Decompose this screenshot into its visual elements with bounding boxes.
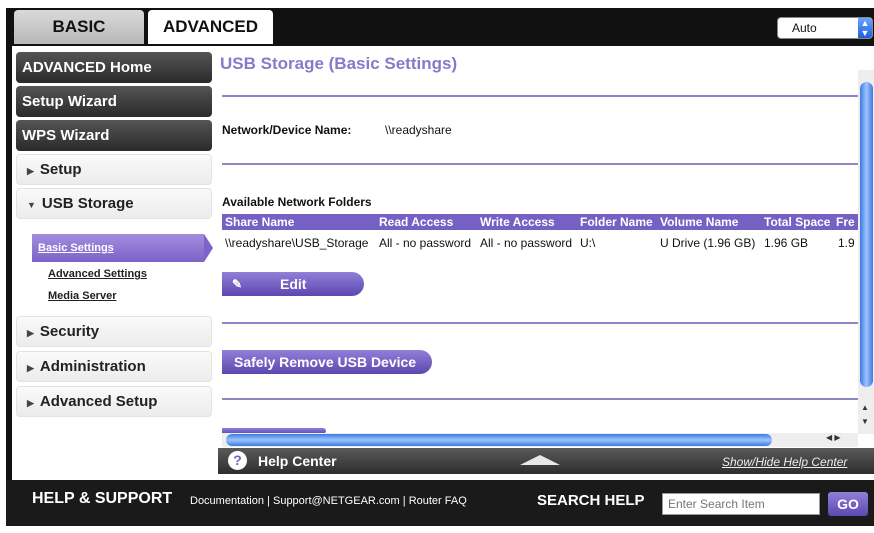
table-cell: All - no password [480,236,573,250]
column-header: Write Access [480,215,555,229]
table-cell: \\readyshare\USB_Storage [225,236,369,250]
tab-basic[interactable]: BASIC [14,10,144,44]
column-header: Read Access [379,215,454,229]
table-cell: All - no password [379,236,472,250]
router-faq-link[interactable]: Router FAQ [409,495,467,507]
nav-setup[interactable]: ▶ Setup [16,154,212,185]
nav-usb-storage-label: USB Storage [41,195,134,212]
folders-heading: Available Network Folders [222,195,372,209]
safely-remove-usb-button[interactable]: Safely Remove USB Device [222,350,432,374]
nav-setup-wizard[interactable]: Setup Wizard [16,86,212,117]
nav-wps-wizard[interactable]: WPS Wizard [16,120,212,151]
show-hide-help-link[interactable]: Show/Hide Help Center [722,455,847,469]
triangle-right-icon: ▶ [27,166,34,176]
subnav-basic-settings[interactable]: Basic Settings [38,242,114,254]
divider [222,163,858,165]
column-header: Total Space [764,215,831,229]
select-arrows-icon: ▲ ▼ [858,18,872,38]
triangle-right-icon: ▶ [27,398,34,408]
table-cell: U Drive (1.96 GB) [660,236,756,250]
divider [222,95,858,97]
left-border [6,46,12,480]
triangle-down-icon: ▼ [27,200,36,210]
subnav-media-server[interactable]: Media Server [48,290,116,302]
search-go-button[interactable]: GO [828,492,868,516]
scroll-down-icon[interactable]: ▼ [861,417,869,426]
edit-button-label: Edit [280,276,307,292]
divider [222,322,858,324]
horizontal-scroll-thumb[interactable] [226,434,772,446]
column-header: Fre [836,215,855,229]
footer-links: Documentation | Support@NETGEAR.com | Ro… [190,495,467,507]
nav-security[interactable]: ▶ Security [16,316,212,347]
help-question-icon[interactable]: ? [228,451,247,470]
device-name-value: \\readyshare [385,123,452,137]
column-header: Folder Name [580,215,653,229]
nav-security-label: Security [39,323,100,340]
footer-title: HELP & SUPPORT [32,490,173,507]
subnav-advanced-settings[interactable]: Advanced Settings [48,268,147,280]
help-center-title: Help Center [258,453,337,469]
triangle-right-icon: ▶ [27,363,34,373]
vertical-scroll-thumb[interactable] [860,82,873,387]
nav-administration-label: Administration [39,358,146,375]
table-cell: 1.9 [838,236,855,250]
nav-advanced-setup-label: Advanced Setup [39,393,158,410]
pencil-icon: ✎ [232,277,243,291]
column-header: Share Name [225,215,295,229]
tab-advanced[interactable]: ADVANCED [148,10,273,44]
divider [222,398,858,400]
support-email-link[interactable]: Support@NETGEAR.com [273,495,400,507]
router-admin-page: BASIC ADVANCED Auto ▲ ▼ ADVANCED Home Set… [0,0,874,533]
table-cell: 1.96 GB [764,236,809,250]
edit-button[interactable]: ✎ Edit [222,272,364,296]
device-name-label: Network/Device Name: [222,123,352,137]
expand-triangle-icon[interactable] [520,455,560,465]
nav-advanced-setup[interactable]: ▶ Advanced Setup [16,386,212,417]
search-help-label: SEARCH HELP [537,492,645,509]
triangle-right-icon: ▶ [27,328,34,338]
language-select-value: Auto [792,21,817,35]
nav-advanced-home[interactable]: ADVANCED Home [16,52,212,83]
nav-setup-label: Setup [39,161,82,178]
selected-arrow [204,234,213,262]
scroll-left-right-icon[interactable]: ◀ ▶ [826,433,841,442]
column-header: Volume Name [660,215,739,229]
nav-usb-storage[interactable]: ▼ USB Storage [16,188,212,219]
language-select[interactable]: Auto ▲ ▼ [777,17,873,39]
table-cell: U:\ [580,236,596,250]
nav-administration[interactable]: ▶ Administration [16,351,212,382]
documentation-link[interactable]: Documentation [190,495,264,507]
scroll-up-icon[interactable]: ▲ [861,403,869,412]
page-title: USB Storage (Basic Settings) [220,54,458,73]
search-help-input[interactable] [662,493,820,515]
